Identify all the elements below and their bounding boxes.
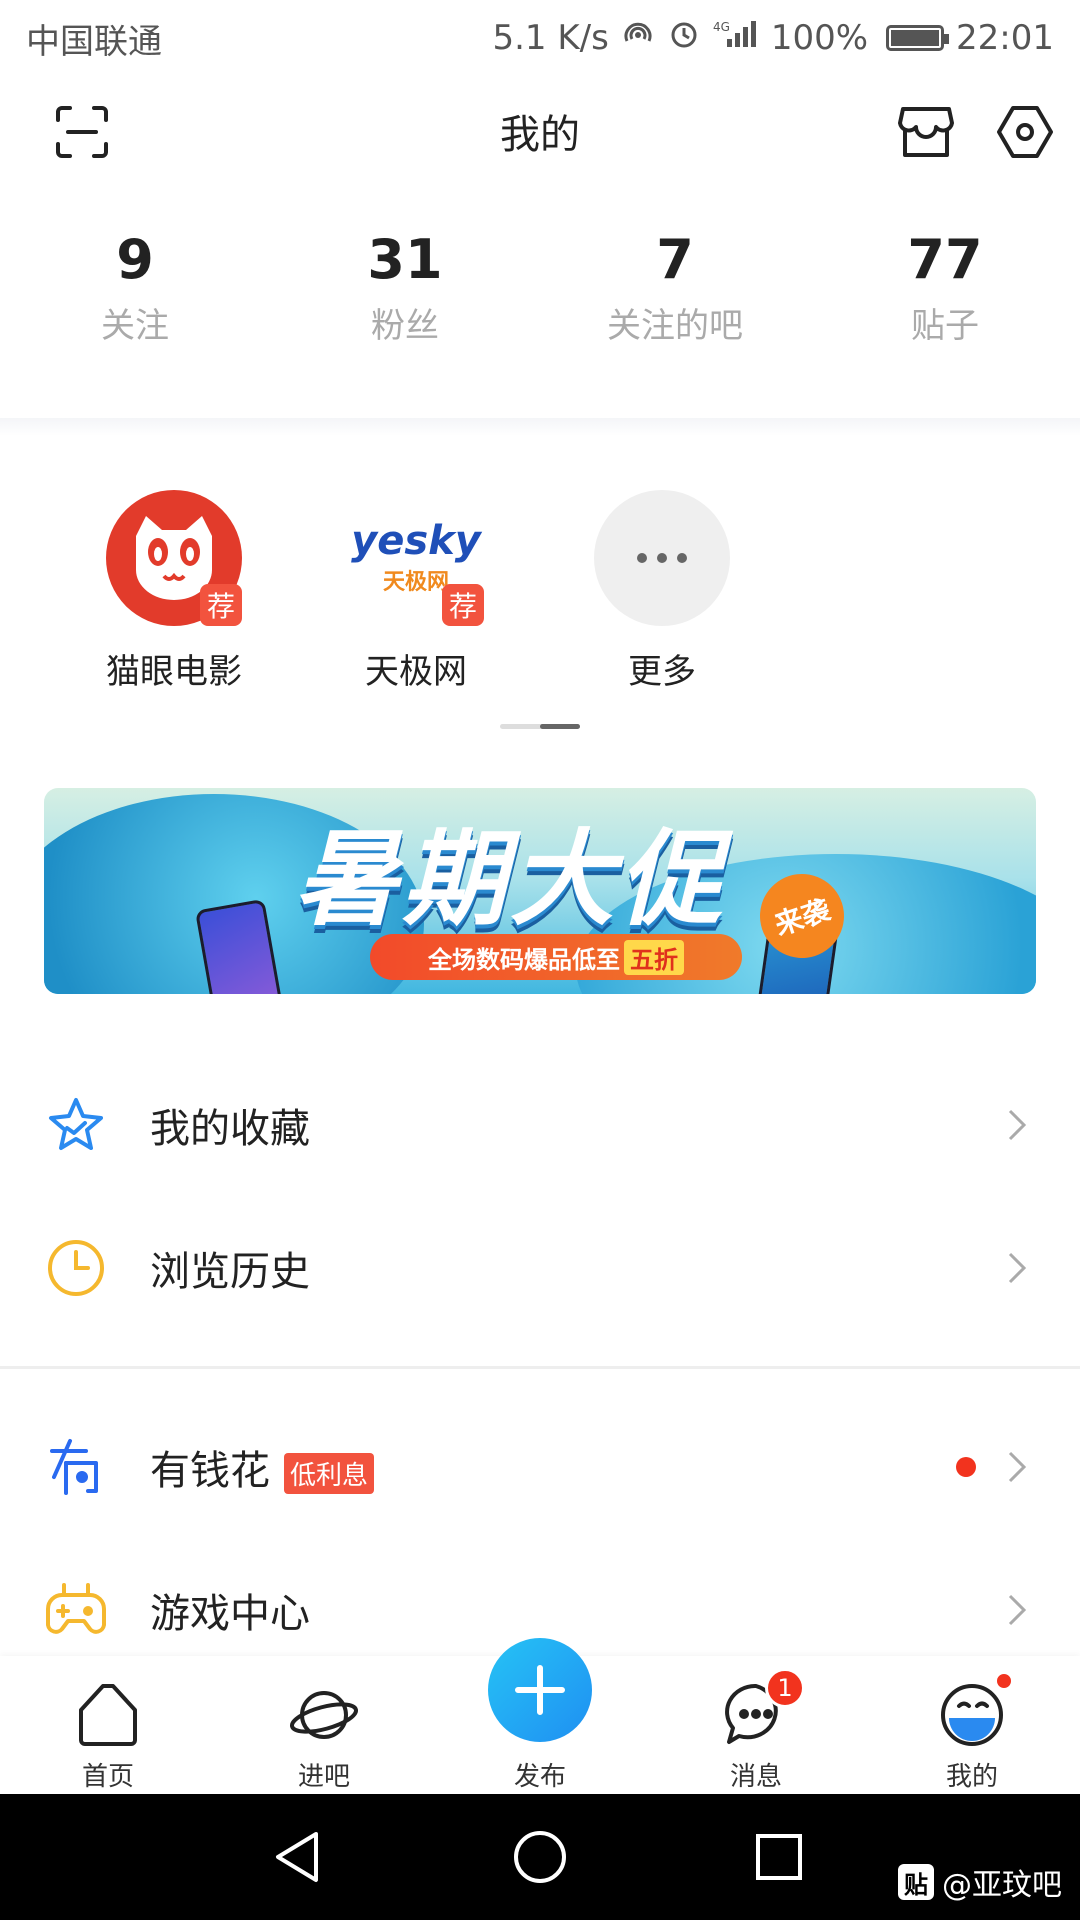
stat-label: 粉丝 bbox=[371, 306, 439, 346]
stat-value: 9 bbox=[116, 228, 154, 291]
banner-subtitle-highlight: 五折 bbox=[624, 939, 684, 975]
money-icon bbox=[44, 1435, 108, 1499]
chevron-right-icon bbox=[1008, 1252, 1027, 1284]
yesky-logo-icon: yesky 天极网 荐 bbox=[348, 490, 484, 626]
mine-notification-dot bbox=[995, 1672, 1013, 1690]
menu-item-youqianhua[interactable]: 有钱花 低利息 bbox=[0, 1402, 1080, 1532]
status-bar: 中国联通 5.1 K/s 4G 100% 22:01 bbox=[0, 0, 1080, 76]
stat-value: 31 bbox=[367, 228, 443, 291]
banner-subtitle: 全场数码爆品低至 五折 bbox=[370, 934, 742, 980]
nav-home[interactable]: 首页 bbox=[28, 1656, 188, 1794]
back-icon[interactable] bbox=[266, 1824, 332, 1890]
menu-item-history[interactable]: 浏览历史 bbox=[0, 1203, 1080, 1333]
system-nav-bar: 贴 @亚玟吧 bbox=[0, 1794, 1080, 1920]
star-icon bbox=[44, 1093, 108, 1157]
menu-item-favorites[interactable]: 我的收藏 bbox=[0, 1060, 1080, 1190]
stat-label: 关注 bbox=[101, 306, 169, 346]
watermark: 贴 @亚玟吧 bbox=[898, 1860, 1062, 1904]
menu-divider bbox=[0, 1366, 1080, 1369]
battery-percent: 100% bbox=[770, 18, 869, 58]
chevron-right-icon bbox=[1008, 1451, 1027, 1483]
page-title: 我的 bbox=[500, 112, 580, 158]
watermark-text: @亚玟吧 bbox=[942, 1868, 1062, 1903]
app-maoyan[interactable]: 荐 猫眼电影 bbox=[74, 490, 274, 693]
recommend-badge: 荐 bbox=[442, 584, 484, 626]
maoyan-cat-icon: 荐 bbox=[106, 490, 242, 626]
nav-mine[interactable]: 我的 bbox=[892, 1656, 1052, 1794]
menu-label-text: 有钱花 bbox=[150, 1448, 270, 1494]
banner-subtitle-text: 全场数码爆品低至 bbox=[428, 945, 620, 974]
menu-label: 有钱花 低利息 bbox=[150, 1438, 375, 1496]
svg-text:4G: 4G bbox=[713, 20, 730, 34]
publish-label: 发布 bbox=[513, 1762, 566, 1792]
app-more[interactable]: 更多 bbox=[562, 490, 762, 693]
chat-icon: 1 bbox=[721, 1668, 805, 1750]
scan-icon[interactable] bbox=[42, 92, 122, 172]
stat-label: 关注的吧 bbox=[607, 306, 743, 346]
hotspot-icon bbox=[621, 17, 655, 59]
app-label: 更多 bbox=[628, 652, 696, 692]
status-indicators: 5.1 K/s 4G 100% 22:01 bbox=[492, 17, 1054, 59]
nav-bars[interactable]: 进吧 bbox=[244, 1656, 404, 1794]
battery-icon bbox=[886, 25, 950, 51]
menu-label: 浏览历史 bbox=[150, 1249, 310, 1295]
carrier-name: 中国联通 bbox=[26, 21, 162, 62]
clock-time: 22:01 bbox=[956, 18, 1054, 58]
chevron-right-icon bbox=[1008, 1109, 1027, 1141]
publish-button[interactable] bbox=[488, 1638, 592, 1742]
recents-icon[interactable] bbox=[746, 1824, 812, 1890]
app-yesky[interactable]: yesky 天极网 荐 天极网 bbox=[316, 490, 516, 693]
settings-icon[interactable] bbox=[970, 92, 1080, 172]
stat-label: 贴子 bbox=[911, 306, 979, 346]
mini-apps-row: 荐 猫眼电影 yesky 天极网 荐 天极网 更多 bbox=[0, 490, 1080, 693]
signal-4g-icon: 4G bbox=[713, 17, 759, 59]
planet-icon bbox=[289, 1680, 359, 1750]
gamepad-icon bbox=[44, 1578, 108, 1642]
message-count-badge: 1 bbox=[765, 1668, 805, 1708]
recommend-badge: 荐 bbox=[200, 584, 242, 626]
chevron-right-icon bbox=[1008, 1594, 1027, 1626]
promo-banner[interactable]: 暑期大促 来袭 全场数码爆品低至 五折 bbox=[44, 788, 1036, 994]
nav-messages[interactable]: 1 消息 bbox=[676, 1656, 836, 1794]
home-icon bbox=[73, 1680, 143, 1750]
nav-label: 进吧 bbox=[297, 1762, 350, 1792]
stat-value: 7 bbox=[656, 228, 694, 291]
page-indicator bbox=[500, 724, 580, 729]
low-interest-tag: 低利息 bbox=[284, 1452, 375, 1494]
home-circle-icon[interactable] bbox=[507, 1824, 573, 1890]
stat-fans[interactable]: 31 粉丝 bbox=[270, 230, 540, 370]
stat-following[interactable]: 9 关注 bbox=[0, 230, 270, 370]
tieba-logo-icon: 贴 bbox=[898, 1864, 934, 1900]
menu-label: 我的收藏 bbox=[150, 1106, 310, 1152]
stat-posts[interactable]: 77 贴子 bbox=[810, 230, 1080, 370]
shop-icon[interactable] bbox=[886, 92, 966, 172]
banner-title: 暑期大促 bbox=[294, 818, 727, 940]
plus-icon bbox=[515, 1665, 565, 1715]
yesky-logo-text: yesky bbox=[351, 518, 481, 564]
profile-face-icon bbox=[937, 1672, 1013, 1750]
section-divider bbox=[0, 418, 1080, 436]
app-label: 猫眼电影 bbox=[106, 652, 242, 692]
stat-value: 77 bbox=[907, 228, 983, 291]
app-label: 天极网 bbox=[365, 652, 467, 692]
menu-label: 游戏中心 bbox=[150, 1591, 310, 1637]
alarm-icon bbox=[667, 17, 701, 59]
nav-label: 我的 bbox=[945, 1762, 998, 1792]
nav-label: 首页 bbox=[81, 1762, 134, 1792]
stat-followed-bars[interactable]: 7 关注的吧 bbox=[540, 230, 810, 370]
notification-dot bbox=[956, 1457, 976, 1477]
clock-icon bbox=[44, 1236, 108, 1300]
top-header: 我的 bbox=[0, 76, 1080, 186]
more-dots-icon bbox=[594, 490, 730, 626]
profile-stats: 9 关注 31 粉丝 7 关注的吧 77 贴子 bbox=[0, 230, 1080, 370]
nav-label: 消息 bbox=[729, 1762, 782, 1792]
network-speed: 5.1 K/s bbox=[492, 18, 609, 58]
